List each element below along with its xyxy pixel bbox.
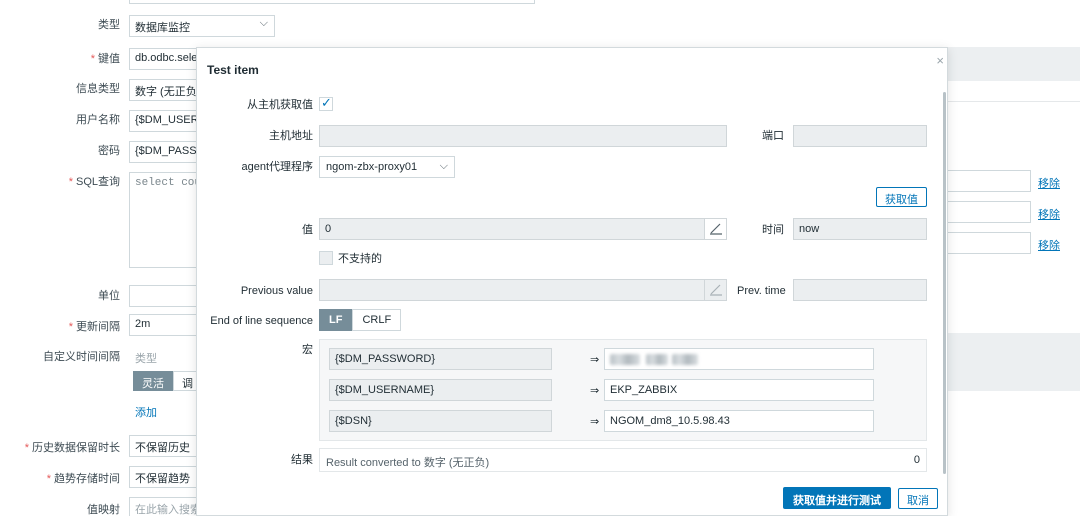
redacted-text [610, 353, 640, 365]
macro-name-dsn: {$DSN} [329, 410, 552, 432]
remove-link-3[interactable]: 移除 [1038, 237, 1060, 253]
eol-segment[interactable]: LF CRLF [319, 309, 402, 331]
macro-arrow: ⇒ [590, 416, 600, 428]
bg-macro-input-2[interactable] [943, 201, 1031, 223]
key-label-text: 键值 [98, 53, 120, 65]
seg-flexible[interactable]: 灵活 [133, 371, 173, 391]
key-input[interactable]: db.odbc.sele [129, 48, 199, 70]
dialog-title: Test item [207, 63, 259, 77]
type-select-value: 数据库监控 [135, 22, 190, 34]
not-supported-label: 不支持的 [338, 253, 382, 265]
host-address-label: 主机地址 [269, 130, 313, 142]
value-map-input[interactable]: 在此输入搜索 [129, 497, 199, 516]
get-value-button[interactable]: 获取值 [876, 187, 927, 207]
value-map-placeholder: 在此输入搜索 [135, 504, 199, 516]
custom-interval-type-segment[interactable]: 灵活 调 [133, 371, 202, 391]
bg-header-band [945, 47, 1080, 81]
type-label: 类型 [98, 19, 120, 31]
pencil-icon [710, 284, 722, 296]
proxy-label: agent代理程序 [241, 161, 313, 173]
port-label: 端口 [762, 130, 784, 142]
macro-name-username: {$DM_USERNAME} [329, 379, 552, 401]
eol-lf-option[interactable]: LF [319, 309, 353, 331]
proxy-select-value: ngom-zbx-proxy01 [326, 161, 418, 173]
macro-value-password[interactable] [604, 348, 874, 370]
eol-label: End of line sequence [210, 315, 313, 327]
result-box: Result converted to 数字 (无正负) 0 [319, 448, 927, 472]
username-input[interactable]: {$DM_USER [129, 110, 199, 132]
sql-label-text: SQL查询 [75, 176, 120, 188]
trends-input[interactable]: 不保留趋势 [129, 466, 199, 488]
test-item-dialog: Test item × 从主机获取值 主机地址 端口 agent代理程序 ngo… [196, 47, 948, 516]
password-input[interactable]: {$DM_PASS [129, 141, 199, 163]
cancel-button[interactable]: 取消 [898, 488, 938, 509]
macro-value-dsn[interactable]: NGOM_dm8_10.5.98.43 [604, 410, 874, 432]
units-input[interactable] [129, 285, 199, 307]
bg-divider [945, 101, 1080, 102]
get-from-host-checkbox[interactable] [319, 95, 333, 111]
prev-time-input[interactable] [793, 279, 927, 301]
previous-value-field[interactable] [319, 279, 727, 301]
units-label: 单位 [98, 290, 120, 302]
trends-label: * 趋势存储时间 [46, 473, 120, 485]
info-type-select[interactable]: 数字 (无正负 [129, 79, 199, 101]
macro-name-password: {$DM_PASSWORD} [329, 348, 552, 370]
host-address-input[interactable] [319, 125, 727, 147]
macro-arrow: ⇒ [590, 385, 600, 397]
add-interval-link[interactable]: 添加 [135, 404, 157, 420]
result-text: Result converted to 数字 (无正负) [326, 457, 490, 469]
macro-arrow: ⇒ [590, 354, 600, 366]
dialog-scrollbar[interactable] [943, 92, 946, 474]
history-label: * 历史数据保留时长 [24, 442, 120, 454]
username-label: 用户名称 [76, 114, 120, 126]
key-label: * 键值 [90, 53, 120, 65]
macros-label: 宏 [302, 344, 313, 356]
edit-value-button[interactable] [704, 219, 726, 239]
get-from-host-label: 从主机获取值 [247, 99, 313, 111]
result-label: 结果 [291, 454, 313, 466]
not-supported-checkbox[interactable] [319, 251, 333, 265]
value-map-label: 值映射 [87, 504, 120, 516]
result-value: 0 [913, 454, 920, 466]
proxy-select[interactable]: ngom-zbx-proxy01 ⌵ [319, 156, 455, 178]
custom-intervals-type-header: 类型 [135, 353, 157, 365]
password-label: 密码 [98, 145, 120, 157]
close-icon[interactable]: × [936, 53, 944, 68]
time-label: 时间 [762, 224, 784, 236]
bg-lower-band [945, 333, 1080, 391]
bg-macro-input-3[interactable] [943, 232, 1031, 254]
info-type-label: 信息类型 [76, 83, 120, 95]
remove-link-2[interactable]: 移除 [1038, 206, 1060, 222]
port-input[interactable] [793, 125, 927, 147]
bg-macro-input-1[interactable] [943, 170, 1031, 192]
history-input[interactable]: 不保留历史 [129, 435, 199, 457]
trends-label-text: 趋势存储时间 [54, 473, 120, 485]
type-select[interactable]: 数据库监控 [129, 15, 275, 37]
edit-previous-value-button[interactable] [704, 280, 726, 300]
remove-link-1[interactable]: 移除 [1038, 175, 1060, 191]
time-input[interactable]: now [793, 218, 927, 240]
value-label: 值 [302, 224, 313, 236]
history-label-text: 历史数据保留时长 [32, 442, 120, 454]
pencil-icon [710, 223, 722, 235]
get-and-test-button[interactable]: 获取值并进行测试 [783, 487, 891, 509]
top-field [129, 0, 535, 4]
update-interval-label-text: 更新间隔 [76, 321, 120, 333]
sql-label: * SQL查询 [68, 176, 120, 188]
value-field[interactable]: 0 [319, 218, 727, 240]
eol-crlf-option[interactable]: CRLF [352, 309, 402, 331]
update-interval-input[interactable]: 2m [129, 314, 199, 336]
chevron-down-icon: ⌵ [439, 160, 448, 172]
macro-value-username[interactable]: EKP_ZABBIX [604, 379, 874, 401]
value-text: 0 [325, 223, 332, 235]
prev-time-label: Prev. time [737, 285, 786, 297]
update-interval-label: * 更新间隔 [68, 321, 120, 333]
custom-intervals-label: 自定义时间间隔 [43, 351, 120, 363]
redacted-text [672, 353, 698, 365]
redacted-text [646, 353, 668, 365]
previous-value-label: Previous value [240, 285, 313, 297]
macros-table: {$DM_PASSWORD} ⇒ {$DM_USERNAME} ⇒ EKP_ZA… [319, 339, 927, 441]
